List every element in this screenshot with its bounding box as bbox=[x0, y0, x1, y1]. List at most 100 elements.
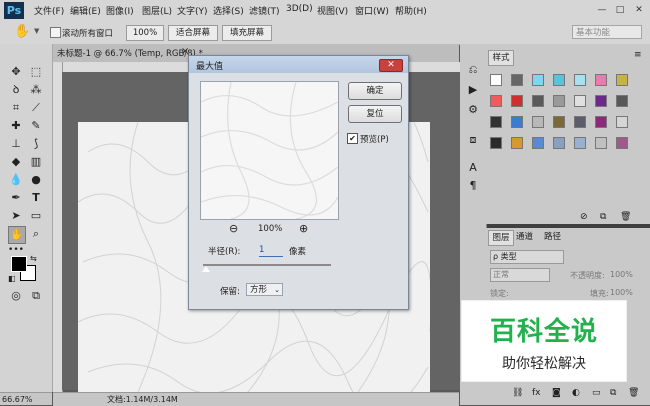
menu-file[interactable]: 文件(F) bbox=[34, 4, 64, 17]
dodge-tool-icon[interactable]: ● bbox=[28, 172, 44, 188]
scroll-all-windows-checkbox[interactable] bbox=[50, 27, 61, 38]
fit-screen-button[interactable]: 适合屏幕 bbox=[168, 25, 218, 41]
move-tool-icon[interactable]: ✥ bbox=[8, 64, 24, 80]
style-swatch[interactable] bbox=[490, 116, 502, 128]
brush-panel-icon[interactable]: ⚙ bbox=[465, 102, 481, 118]
menu-view[interactable]: 视图(V) bbox=[317, 4, 348, 17]
brush-tool-icon[interactable]: ✎ bbox=[28, 118, 44, 134]
style-swatch[interactable] bbox=[553, 95, 565, 107]
zoom-readout[interactable]: 66.67% bbox=[0, 392, 52, 405]
healing-brush-tool-icon[interactable]: ✚ bbox=[8, 118, 24, 134]
tab-styles[interactable]: 样式 bbox=[488, 50, 514, 66]
menu-3d[interactable]: 3D(D) bbox=[286, 4, 313, 14]
eyedropper-tool-icon[interactable]: ⟋ bbox=[28, 100, 44, 116]
menu-window[interactable]: 窗口(W) bbox=[355, 4, 389, 17]
delete-style-icon[interactable]: 🗑 bbox=[620, 212, 631, 222]
path-selection-tool-icon[interactable]: ➤ bbox=[8, 208, 24, 224]
fill-value[interactable]: 100% bbox=[610, 288, 633, 297]
gradient-tool-icon[interactable]: ▥ bbox=[28, 154, 44, 170]
style-swatch[interactable] bbox=[616, 116, 628, 128]
clone-stamp-tool-icon[interactable]: ⊥ bbox=[8, 136, 24, 152]
menu-filter[interactable]: 滤镜(T) bbox=[249, 4, 280, 17]
zoom-tool-icon[interactable]: ⌕ bbox=[28, 226, 44, 242]
style-swatch[interactable] bbox=[595, 137, 607, 149]
style-swatch[interactable] bbox=[532, 137, 544, 149]
actions-panel-icon[interactable]: ▶ bbox=[465, 82, 481, 98]
style-swatch[interactable] bbox=[532, 116, 544, 128]
dialog-title-bar[interactable]: 最大值 ✕ bbox=[189, 56, 408, 73]
chevron-down-icon[interactable]: ▼ bbox=[34, 27, 39, 35]
style-swatch[interactable] bbox=[595, 95, 607, 107]
fill-screen-button[interactable]: 填充屏幕 bbox=[222, 25, 272, 41]
layer-filter-select[interactable]: ρ 类型 bbox=[490, 250, 564, 264]
style-swatch[interactable] bbox=[511, 116, 523, 128]
lasso-tool-icon[interactable]: ꝺ bbox=[8, 82, 24, 98]
menu-select[interactable]: 选择(S) bbox=[213, 4, 244, 17]
radius-input[interactable]: 1 bbox=[259, 244, 283, 257]
eraser-tool-icon[interactable]: ◆ bbox=[8, 154, 24, 170]
ok-button[interactable]: 确定 bbox=[348, 82, 402, 100]
style-swatch[interactable] bbox=[616, 74, 628, 86]
preview-checkbox[interactable]: ✔ bbox=[347, 133, 358, 144]
style-swatch[interactable] bbox=[553, 74, 565, 86]
keep-select[interactable]: 方形 ⌄ bbox=[246, 283, 283, 296]
paragraph-panel-icon[interactable]: ¶ bbox=[465, 178, 481, 194]
quick-mask-icon[interactable]: ◎ bbox=[8, 288, 24, 304]
add-mask-icon[interactable]: ◙ bbox=[552, 388, 561, 398]
panel-menu-icon[interactable]: ≡ bbox=[634, 50, 642, 60]
tab-layers[interactable]: 图层 bbox=[488, 230, 514, 246]
workspace-select[interactable]: 基本功能 bbox=[572, 25, 642, 39]
maximize-button[interactable]: □ bbox=[614, 4, 626, 16]
blend-mode-select[interactable]: 正常 bbox=[490, 268, 550, 282]
style-swatch[interactable] bbox=[532, 95, 544, 107]
type-tool-icon[interactable]: T bbox=[28, 190, 44, 206]
style-swatch[interactable] bbox=[553, 137, 565, 149]
character-panel-icon[interactable]: A bbox=[465, 160, 481, 176]
style-swatch[interactable] bbox=[574, 74, 586, 86]
style-swatch[interactable] bbox=[532, 74, 544, 86]
foreground-color-swatch[interactable] bbox=[11, 256, 27, 272]
zoom-in-icon[interactable]: ⊕ bbox=[299, 222, 308, 235]
rectangle-tool-icon[interactable]: ▭ bbox=[28, 208, 44, 224]
adjustment-layer-icon[interactable]: ◐ bbox=[572, 388, 580, 398]
history-brush-tool-icon[interactable]: ⟆ bbox=[28, 136, 44, 152]
new-group-icon[interactable]: ▭ bbox=[592, 388, 601, 398]
tab-channels[interactable]: 通道 bbox=[516, 230, 533, 244]
pen-tool-icon[interactable]: ✒ bbox=[8, 190, 24, 206]
style-swatch[interactable] bbox=[574, 95, 586, 107]
history-panel-icon[interactable]: ⎌ bbox=[465, 62, 481, 78]
style-swatch[interactable] bbox=[595, 116, 607, 128]
style-swatch[interactable] bbox=[574, 137, 586, 149]
style-swatch[interactable] bbox=[511, 137, 523, 149]
link-layers-icon[interactable]: ⛓ bbox=[512, 388, 523, 398]
radius-slider[interactable] bbox=[203, 264, 331, 266]
menu-layer[interactable]: 图层(L) bbox=[142, 4, 172, 17]
new-layer-icon[interactable]: ⧉ bbox=[610, 388, 616, 398]
zoom-out-icon[interactable]: ⊖ bbox=[229, 222, 238, 235]
marquee-tool-icon[interactable]: ⬚ bbox=[28, 64, 44, 80]
style-swatch[interactable] bbox=[616, 95, 628, 107]
screen-mode-icon[interactable]: ⧉ bbox=[28, 288, 44, 304]
delete-layer-icon[interactable]: 🗑 bbox=[628, 388, 639, 398]
dialog-close-button[interactable]: ✕ bbox=[379, 59, 403, 72]
style-swatch[interactable] bbox=[595, 74, 607, 86]
fx-icon[interactable]: fx bbox=[532, 388, 541, 398]
radius-slider-thumb[interactable] bbox=[202, 266, 210, 272]
menu-image[interactable]: 图像(I) bbox=[106, 4, 134, 17]
blur-tool-icon[interactable]: 💧 bbox=[8, 172, 24, 188]
style-swatch[interactable] bbox=[511, 95, 523, 107]
crop-tool-icon[interactable]: ⌗ bbox=[8, 100, 24, 116]
clear-style-icon[interactable]: ⊘ bbox=[580, 212, 588, 222]
style-swatch[interactable] bbox=[490, 137, 502, 149]
style-swatch[interactable] bbox=[553, 116, 565, 128]
menu-type[interactable]: 文字(Y) bbox=[177, 4, 208, 17]
style-swatch[interactable] bbox=[616, 137, 628, 149]
menu-edit[interactable]: 编辑(E) bbox=[70, 4, 101, 17]
minimize-button[interactable]: — bbox=[596, 4, 608, 16]
style-swatch[interactable] bbox=[490, 95, 502, 107]
hand-tool-icon[interactable]: ✋ bbox=[14, 24, 30, 39]
magic-wand-tool-icon[interactable]: ⁂ bbox=[28, 82, 44, 98]
new-style-icon[interactable]: ⧉ bbox=[600, 212, 606, 222]
clone-source-icon[interactable]: ⧈ bbox=[465, 132, 481, 148]
close-button[interactable]: ✕ bbox=[633, 4, 645, 16]
